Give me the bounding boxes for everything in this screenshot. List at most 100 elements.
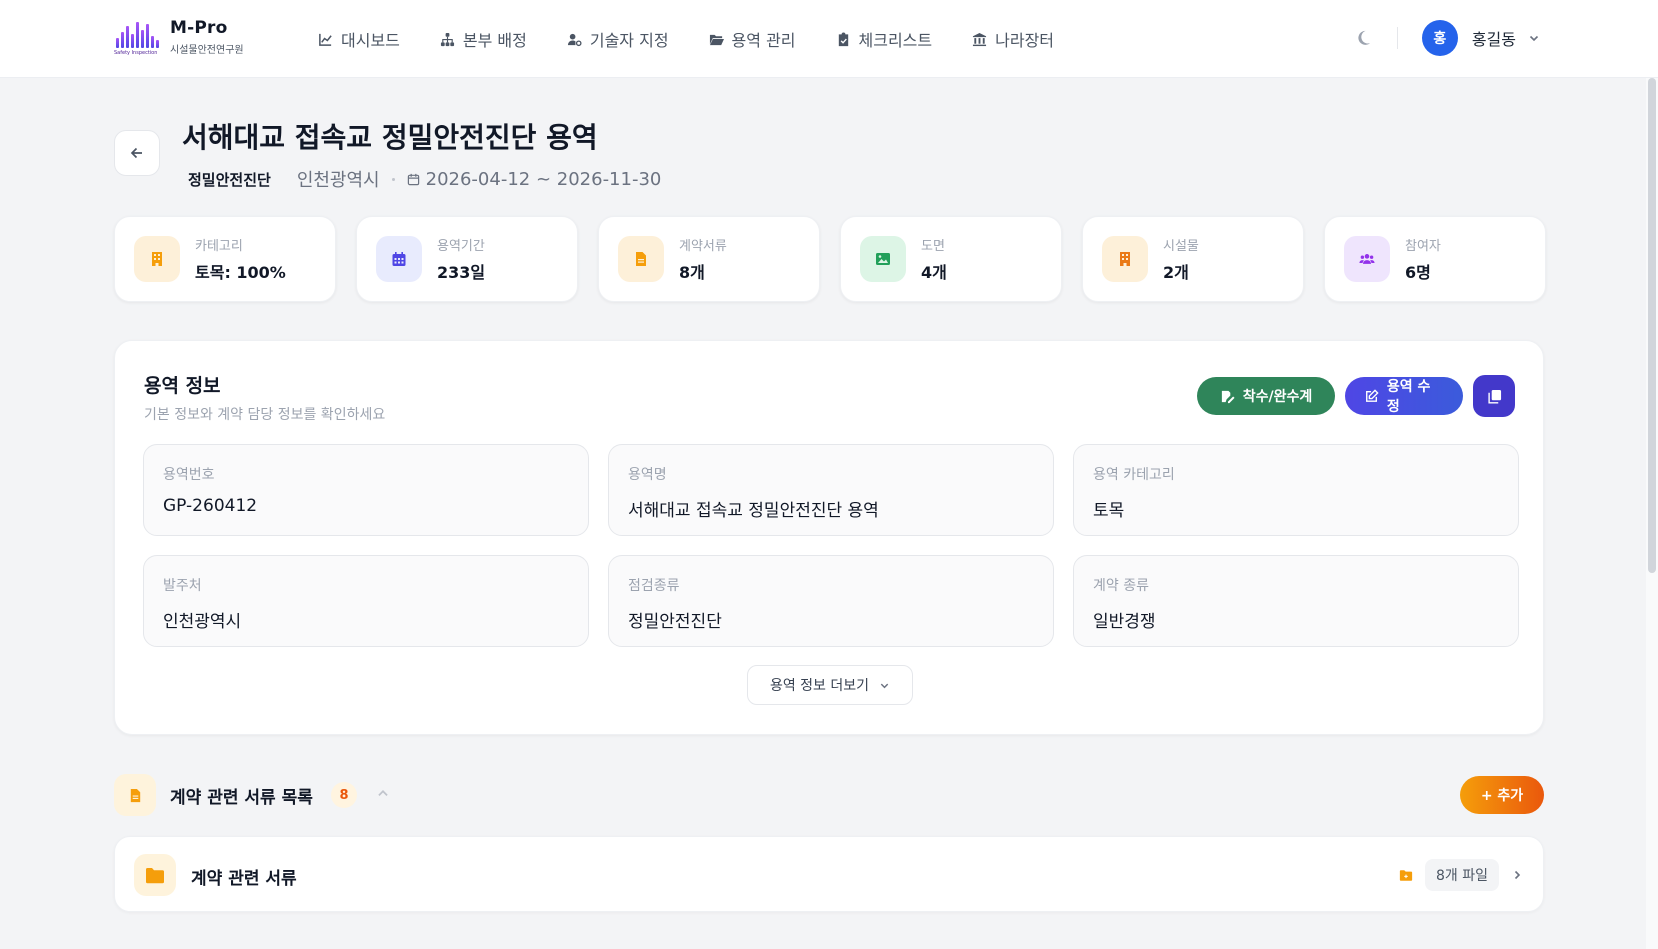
field-label: 용역번호 xyxy=(163,467,215,483)
avatar[interactable]: 홍 xyxy=(1421,20,1458,56)
stat-card-period: 용역기간 233일 xyxy=(356,216,578,302)
section-title: 용역 정보 xyxy=(144,375,221,397)
field-service-category: 용역 카테고리 토목 xyxy=(1073,444,1519,536)
stat-label: 용역기간 xyxy=(437,239,485,254)
signature-icon xyxy=(1221,390,1235,403)
nav-service-management[interactable]: 용역 관리 xyxy=(709,27,796,51)
back-button[interactable] xyxy=(114,130,160,176)
stat-icon-bg xyxy=(1344,236,1390,282)
stat-card-category: 카테고리 토목: 100% xyxy=(114,216,336,302)
file-icon xyxy=(636,252,646,266)
project-period: 2026-04-12 ~ 2026-11-30 xyxy=(407,168,662,190)
nav-label: 대시보드 xyxy=(341,31,400,50)
moon-icon[interactable] xyxy=(1355,28,1375,48)
field-value: GP-260412 xyxy=(163,496,258,516)
chevron-right-icon xyxy=(1514,870,1521,880)
nav-checklist[interactable]: 체크리스트 xyxy=(836,27,932,51)
calendar-icon xyxy=(392,252,406,266)
nav-naramarket[interactable]: 나라장터 xyxy=(972,27,1054,51)
copy-button[interactable] xyxy=(1473,375,1515,417)
stat-label: 도면 xyxy=(921,239,945,254)
page-title: 서해대교 접속교 정밀안전진단 용역 xyxy=(182,121,598,154)
nav-label: 나라장터 xyxy=(995,31,1055,50)
logo-mark-icon: Safety Inspection xyxy=(114,18,164,56)
divider xyxy=(1396,27,1398,49)
field-label: 용역 카테고리 xyxy=(1093,467,1175,483)
file-icon xyxy=(130,788,140,802)
brand-caption: 시설물안전연구원 xyxy=(170,45,244,56)
field-label: 발주처 xyxy=(163,578,202,594)
button-label: 용역 정보 더보기 xyxy=(769,678,870,694)
folder-icon-bg xyxy=(134,854,176,896)
chevron-down-icon xyxy=(880,683,889,688)
field-client: 발주처 인천광역시 xyxy=(143,555,589,647)
stat-icon-bg xyxy=(376,236,422,282)
client-name: 인천광역시 xyxy=(296,170,380,191)
main-nav: 대시보드 본부 배정 기술자 지정 용역 관리 체크리스트 나라장터 xyxy=(318,0,1054,78)
brand-title: M-Pro xyxy=(170,18,228,38)
show-more-button[interactable]: 용역 정보 더보기 xyxy=(747,665,913,705)
users-icon xyxy=(1359,254,1375,264)
field-service-number: 용역번호 GP-260412 xyxy=(143,444,589,536)
stat-icon-bg xyxy=(1102,236,1148,282)
chevron-up-icon[interactable] xyxy=(376,786,390,800)
field-value: 서해대교 접속교 정밀안전진단 용역 xyxy=(628,501,879,521)
field-value: 일반경쟁 xyxy=(1093,612,1156,632)
nav-engineer-assignment[interactable]: 기술자 지정 xyxy=(567,27,669,51)
field-service-name: 용역명 서해대교 접속교 정밀안전진단 용역 xyxy=(608,444,1054,536)
folder-icon xyxy=(146,867,164,883)
stat-value: 6명 xyxy=(1405,263,1431,282)
clipboard-check-icon xyxy=(838,31,848,46)
stat-value: 토목: 100% xyxy=(195,263,286,282)
section-description: 기본 정보와 계약 담당 정보를 확인하세요 xyxy=(144,407,386,423)
button-label: 용역 수정 xyxy=(1386,379,1431,415)
period-text: 2026-04-12 ~ 2026-11-30 xyxy=(425,168,662,190)
service-info-panel: 용역 정보 기본 정보와 계약 담당 정보를 확인하세요 착수/완수계 용역 수… xyxy=(114,340,1544,735)
nav-label: 본부 배정 xyxy=(462,31,527,50)
folder-open-icon xyxy=(709,34,724,45)
chart-line-icon xyxy=(319,33,332,46)
separator-dot xyxy=(391,177,395,181)
field-label: 용역명 xyxy=(628,467,667,483)
nav-hq-assignment[interactable]: 본부 배정 xyxy=(440,27,527,51)
user-name[interactable]: 홍길동 xyxy=(1472,26,1516,50)
sitemap-icon xyxy=(440,32,454,46)
stat-value: 2개 xyxy=(1163,263,1189,282)
scrollbar-thumb[interactable] xyxy=(1648,78,1656,573)
stat-card-contract-docs: 계약서류 8개 xyxy=(598,216,820,302)
stat-value: 4개 xyxy=(921,263,947,282)
stat-value: 8개 xyxy=(679,263,705,282)
edit-service-button[interactable]: 용역 수정 xyxy=(1345,377,1463,415)
nav-label: 기술자 지정 xyxy=(589,31,669,50)
brand-logo[interactable]: Safety Inspection M-Pro 시설물안전연구원 xyxy=(114,18,244,56)
stat-value: 233일 xyxy=(437,263,486,282)
contract-docs-header: 계약 관련 서류 목록 8 + 추가 xyxy=(114,774,1544,816)
folder-row-contract-docs[interactable]: 계약 관련 서류 8개 파일 xyxy=(114,836,1544,912)
field-inspection-type: 점검종류 정밀안전진단 xyxy=(608,555,1054,647)
info-fields-grid: 용역번호 GP-260412 용역명 서해대교 접속교 정밀안전진단 용역 용역… xyxy=(143,444,1519,647)
nav-label: 용역 관리 xyxy=(731,31,796,50)
folder-plus-icon xyxy=(1399,869,1413,881)
stat-cards: 카테고리 토목: 100% 용역기간 233일 계약서류 8개 도면 4개 시설… xyxy=(114,216,1546,302)
button-label: 착수/완수계 xyxy=(1242,389,1313,405)
field-value: 토목 xyxy=(1093,501,1125,521)
inspection-type-badge: 정밀안전진단 xyxy=(182,166,277,192)
folder-name: 계약 관련 서류 xyxy=(191,869,297,889)
add-document-button[interactable]: + 추가 xyxy=(1460,776,1544,814)
building-icon xyxy=(1120,252,1130,266)
stat-label: 시설물 xyxy=(1163,239,1199,254)
start-complete-report-button[interactable]: 착수/완수계 xyxy=(1197,377,1335,415)
info-actions: 착수/완수계 용역 수정 xyxy=(1197,375,1515,417)
logo-mark-caption: Safety Inspection xyxy=(114,50,158,56)
arrow-left-icon xyxy=(130,147,142,159)
top-navigation-bar: Safety Inspection M-Pro 시설물안전연구원 대시보드 본부… xyxy=(0,0,1658,78)
nav-dashboard[interactable]: 대시보드 xyxy=(318,27,400,51)
copy-icon xyxy=(1487,389,1501,404)
field-contract-type: 계약 종류 일반경쟁 xyxy=(1073,555,1519,647)
chevron-down-icon[interactable] xyxy=(1528,32,1540,44)
field-value: 정밀안전진단 xyxy=(628,612,722,632)
calendar-icon xyxy=(407,173,419,185)
count-badge: 8 xyxy=(331,782,357,808)
project-meta: 정밀안전진단 인천광역시 2026-04-12 ~ 2026-11-30 xyxy=(182,166,661,192)
field-label: 계약 종류 xyxy=(1093,578,1149,594)
